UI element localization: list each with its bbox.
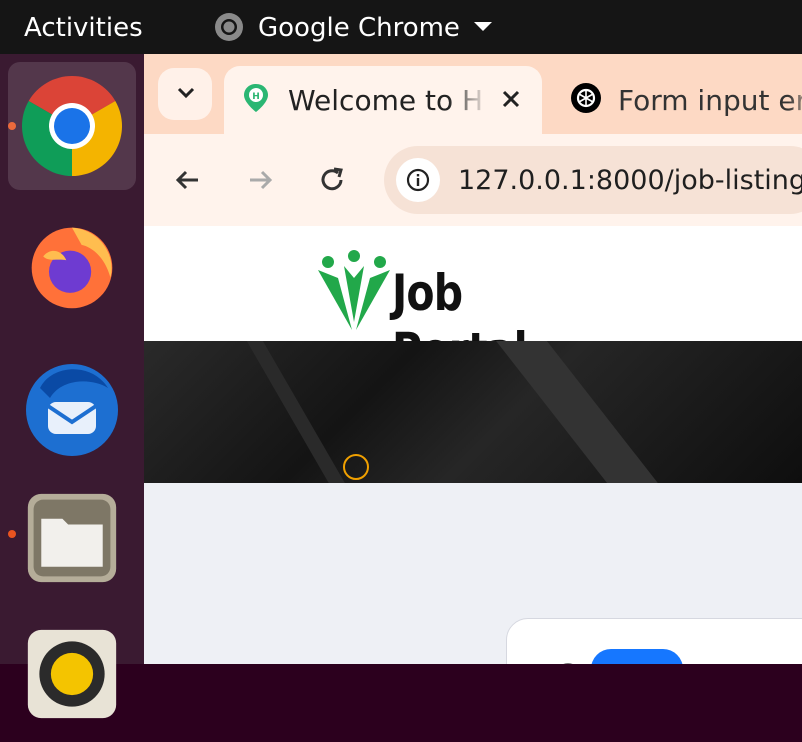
job-portal-favicon-icon: H bbox=[244, 84, 268, 112]
hero-banner bbox=[144, 341, 802, 483]
web-page: Job Portal bbox=[144, 226, 802, 664]
browser-toolbar: 127.0.0.1:8000/job-listing bbox=[144, 134, 802, 227]
dock bbox=[0, 54, 144, 719]
site-header: Job Portal bbox=[144, 226, 802, 380]
chrome-app-icon bbox=[215, 13, 243, 41]
content-card bbox=[506, 618, 802, 664]
address-bar[interactable]: 127.0.0.1:8000/job-listing bbox=[384, 146, 802, 214]
chevron-down-icon bbox=[177, 87, 195, 99]
thunderbird-icon bbox=[26, 364, 118, 456]
site-info-button[interactable] bbox=[396, 158, 440, 202]
files-icon bbox=[27, 493, 117, 583]
firefox-icon bbox=[31, 227, 113, 309]
activities-button[interactable]: Activities bbox=[24, 13, 143, 43]
job-portal-logo[interactable]: Job Portal bbox=[316, 248, 616, 380]
openai-favicon-icon bbox=[571, 83, 601, 113]
dock-rhythmbox[interactable] bbox=[8, 614, 136, 742]
tab-job-portal[interactable]: H Welcome to H bbox=[224, 66, 542, 134]
forward-arrow-icon[interactable] bbox=[240, 160, 280, 200]
rhythmbox-icon bbox=[27, 629, 117, 719]
tab-form-input[interactable]: Form input er bbox=[554, 66, 802, 134]
close-icon[interactable] bbox=[494, 82, 528, 116]
dock-thunderbird[interactable] bbox=[8, 346, 136, 474]
tab-strip: H Welcome to H Form input er bbox=[144, 54, 802, 134]
dock-files[interactable] bbox=[8, 480, 136, 608]
top-bar: Activities Google Chrome bbox=[0, 0, 802, 54]
chevron-down-icon[interactable] bbox=[474, 22, 492, 31]
tab-title: Form input er bbox=[618, 84, 802, 117]
info-icon bbox=[406, 168, 430, 192]
url-text[interactable]: 127.0.0.1:8000/job-listing bbox=[458, 165, 802, 196]
app-menu-label[interactable]: Google Chrome bbox=[258, 13, 460, 43]
click-indicator bbox=[343, 454, 369, 480]
svg-text:H: H bbox=[252, 92, 260, 102]
tab-title: Welcome to H bbox=[288, 84, 484, 117]
back-arrow-icon[interactable] bbox=[168, 160, 208, 200]
browser-window: H Welcome to H Form input er 127.0.0.1:8… bbox=[144, 54, 802, 664]
tab-search-button[interactable] bbox=[158, 68, 212, 120]
chrome-icon bbox=[22, 76, 122, 176]
logo-people-icon bbox=[318, 250, 390, 330]
hero-decoration bbox=[482, 341, 686, 483]
dock-firefox[interactable] bbox=[8, 204, 136, 332]
dock-chrome[interactable] bbox=[8, 62, 136, 190]
primary-button[interactable] bbox=[591, 649, 683, 664]
reload-icon[interactable] bbox=[312, 160, 352, 200]
